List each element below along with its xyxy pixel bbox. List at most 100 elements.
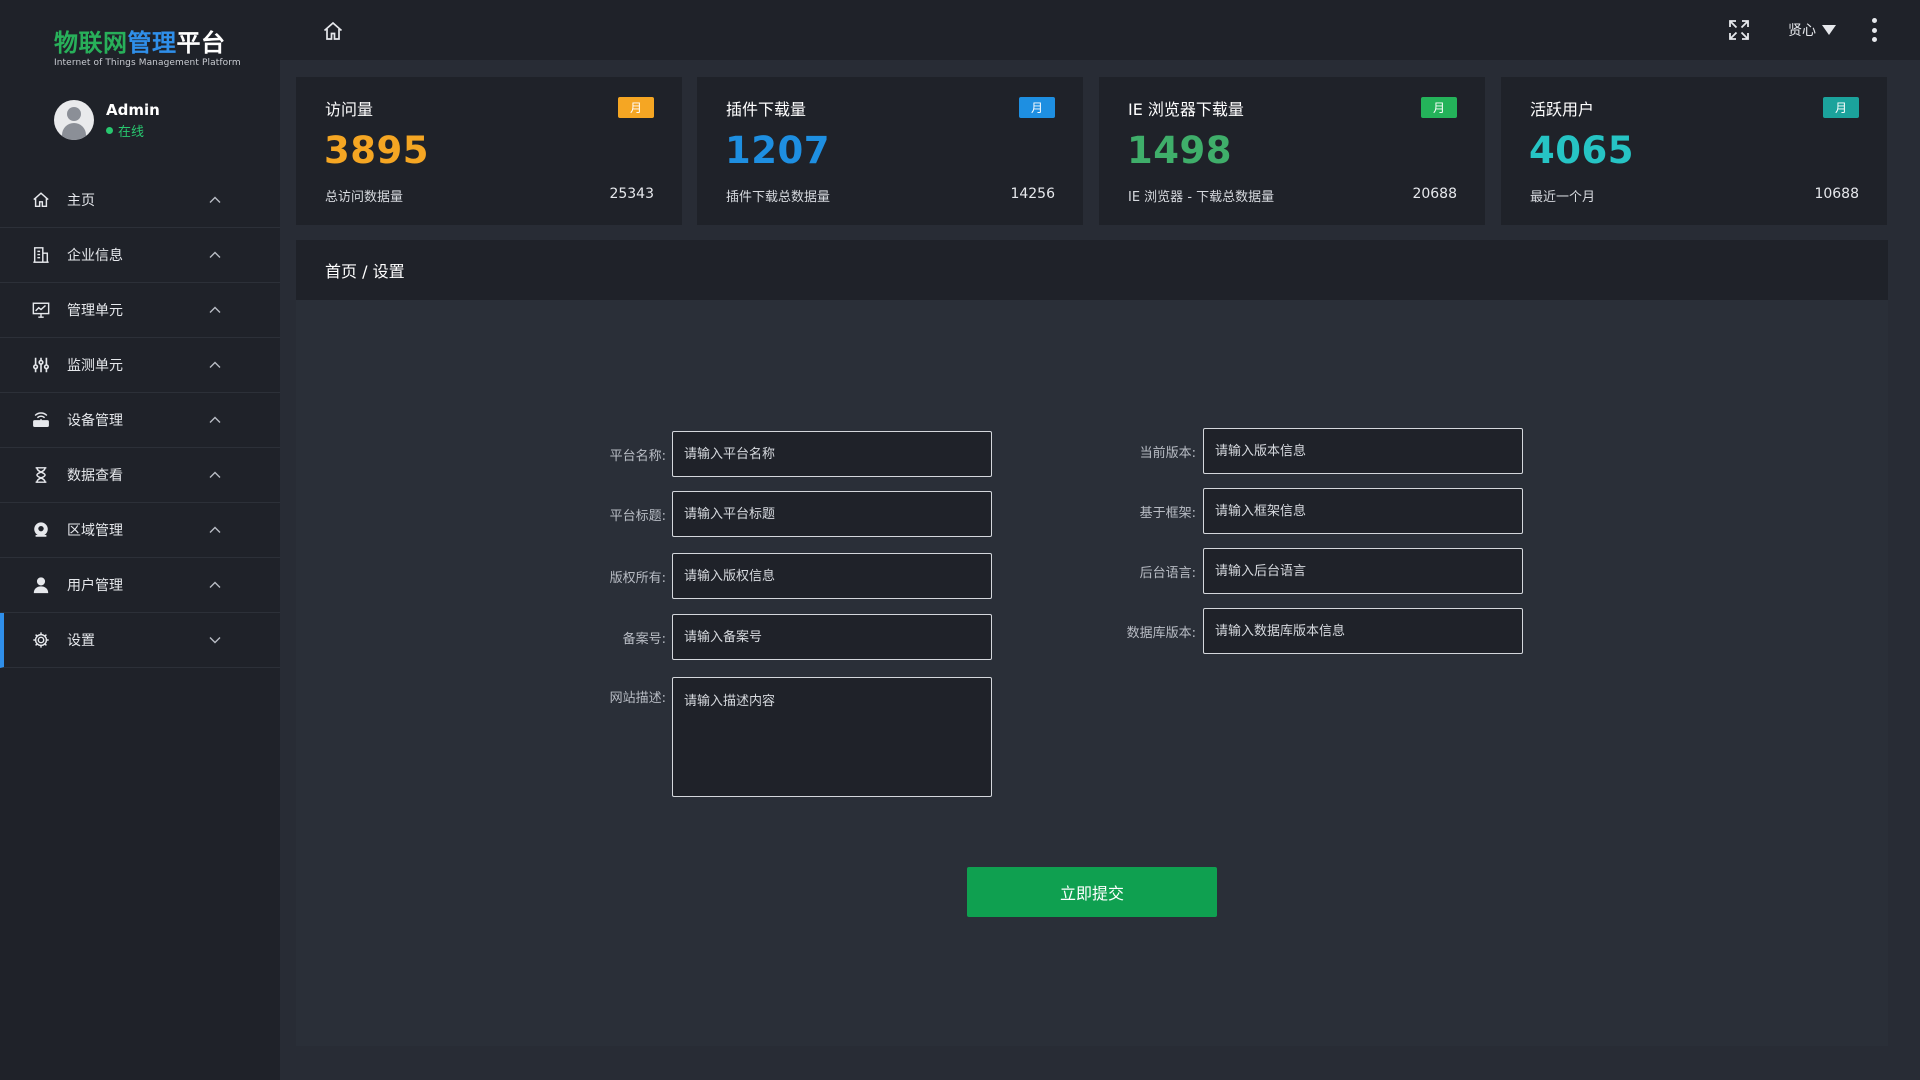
- sidebar-item-region-management[interactable]: 区域管理: [0, 503, 280, 558]
- description-textarea[interactable]: [672, 677, 992, 797]
- monitor-chart-icon: [31, 300, 51, 320]
- platform-title-input[interactable]: [672, 491, 992, 537]
- sidebar-item-label: 设置: [67, 633, 95, 649]
- record-number-input[interactable]: [672, 614, 992, 660]
- period-badge: 月: [1019, 97, 1055, 118]
- breadcrumb: 首页 / 设置: [296, 240, 1888, 300]
- database-version-field: 数据库版本:: [1106, 608, 1523, 654]
- brand-title-part3: 平台: [176, 29, 226, 57]
- sliders-icon: [31, 355, 51, 375]
- framework-field: 基于框架:: [1106, 488, 1523, 534]
- sidebar-item-label: 数据查看: [67, 468, 123, 484]
- copyright-field: 版权所有:: [586, 553, 992, 599]
- chevron-up-icon: [207, 412, 223, 428]
- sidebar-item-label: 区域管理: [67, 523, 123, 539]
- field-label: 网站描述:: [609, 691, 666, 706]
- sidebar-item-label: 企业信息: [67, 248, 123, 264]
- field-label: 数据库版本:: [1126, 625, 1196, 641]
- stat-card-plugin-downloads: 插件下载量 月 1207 插件下载总数据量 14256: [697, 77, 1083, 225]
- stat-card-total: 14256: [1010, 186, 1055, 202]
- chevron-up-icon: [207, 247, 223, 263]
- chevron-up-icon: [207, 357, 223, 373]
- stat-card-title: 活跃用户: [1530, 100, 1595, 119]
- brand-logo: 物联网管理平台 Internet of Things Management Pl…: [54, 28, 241, 68]
- chevron-up-icon: [207, 192, 223, 208]
- home-icon[interactable]: [322, 20, 344, 42]
- stat-card-subtitle: 插件下载总数据量: [726, 190, 831, 205]
- stat-card-title: 插件下载量: [726, 100, 807, 119]
- user-name: Admin: [106, 100, 160, 119]
- sidebar-item-device-management[interactable]: 设备管理: [0, 393, 280, 448]
- user-dropdown[interactable]: 贤心: [1788, 20, 1836, 40]
- sidebar-item-management-unit[interactable]: 管理单元: [0, 283, 280, 338]
- sidebar-menu: 主页 企业信息 管理单元 监测单元 设备管理 数据查看 区域管理 用户管理 设置: [0, 173, 280, 668]
- field-label: 平台标题:: [609, 508, 666, 524]
- field-label: 基于框架:: [1139, 505, 1196, 521]
- description-field: 网站描述:: [586, 677, 992, 797]
- stat-card-value: 3895: [324, 129, 429, 172]
- stat-card-subtitle: 总访问数据量: [325, 190, 404, 205]
- gear-icon: [31, 630, 51, 650]
- avatar: [54, 100, 94, 140]
- period-badge: 月: [1421, 97, 1457, 118]
- router-icon: [31, 410, 51, 430]
- platform-name-field: 平台名称:: [586, 431, 992, 477]
- stat-card-title: IE 浏览器下载量: [1128, 100, 1244, 119]
- sidebar-item-settings[interactable]: 设置: [0, 613, 280, 668]
- platform-title-field: 平台标题:: [586, 491, 992, 537]
- more-vertical-icon[interactable]: [1870, 18, 1878, 42]
- period-badge: 月: [1823, 97, 1859, 118]
- sidebar-item-company[interactable]: 企业信息: [0, 228, 280, 283]
- chevron-down-icon: [207, 632, 223, 648]
- sidebar-item-label: 管理单元: [67, 303, 123, 319]
- top-bar: 贤心: [280, 0, 1920, 60]
- sidebar-item-label: 设备管理: [67, 413, 123, 429]
- user-status-label: 在线: [118, 124, 145, 140]
- field-label: 当前版本:: [1139, 445, 1196, 461]
- database-version-input[interactable]: [1203, 608, 1523, 654]
- stat-card-visits: 访问量 月 3895 总访问数据量 25343: [296, 77, 682, 225]
- fullscreen-icon[interactable]: [1727, 18, 1751, 42]
- field-label: 平台名称:: [609, 448, 666, 464]
- chevron-up-icon: [207, 577, 223, 593]
- backend-language-input[interactable]: [1203, 548, 1523, 594]
- sidebar-item-monitor-unit[interactable]: 监测单元: [0, 338, 280, 393]
- sidebar: 物联网管理平台 Internet of Things Management Pl…: [0, 0, 280, 1080]
- hourglass-icon: [31, 465, 51, 485]
- brand-subtitle: Internet of Things Management Platform: [54, 58, 241, 68]
- chevron-up-icon: [207, 467, 223, 483]
- copyright-input[interactable]: [672, 553, 992, 599]
- submit-button[interactable]: 立即提交: [967, 867, 1217, 917]
- framework-input[interactable]: [1203, 488, 1523, 534]
- brand-title: 物联网管理平台: [54, 28, 241, 58]
- sidebar-item-data-view[interactable]: 数据查看: [0, 448, 280, 503]
- location-icon: [31, 520, 51, 540]
- stat-card-ie-downloads: IE 浏览器下载量 月 1498 IE 浏览器 - 下载总数据量 20688: [1099, 77, 1485, 225]
- home-icon: [31, 190, 51, 210]
- stat-cards: 访问量 月 3895 总访问数据量 25343 插件下载量 月 1207 插件下…: [296, 77, 1888, 225]
- sidebar-item-user-management[interactable]: 用户管理: [0, 558, 280, 613]
- brand-title-part1: 物联网: [54, 29, 128, 57]
- sidebar-item-label: 监测单元: [67, 358, 123, 374]
- stat-card-title: 访问量: [325, 100, 374, 119]
- stat-card-subtitle: 最近一个月: [1530, 190, 1596, 205]
- stat-card-subtitle: IE 浏览器 - 下载总数据量: [1128, 190, 1275, 205]
- user-status: 在线: [106, 121, 160, 140]
- settings-panel: 首页 / 设置 平台名称: 平台标题: 版权所有: 备案号: 网站描述: 当前版…: [296, 240, 1888, 1046]
- version-input[interactable]: [1203, 428, 1523, 474]
- platform-name-input[interactable]: [672, 431, 992, 477]
- period-badge: 月: [618, 97, 654, 118]
- user-icon: [31, 575, 51, 595]
- chevron-up-icon: [207, 302, 223, 318]
- stat-card-total: 10688: [1814, 186, 1859, 202]
- chevron-up-icon: [207, 522, 223, 538]
- field-label: 后台语言:: [1139, 565, 1196, 581]
- stat-card-active-users: 活跃用户 月 4065 最近一个月 10688: [1501, 77, 1887, 225]
- caret-down-icon: [1822, 25, 1836, 35]
- user-profile: Admin 在线: [54, 100, 160, 140]
- record-number-field: 备案号:: [586, 614, 992, 660]
- stat-card-total: 25343: [609, 186, 654, 202]
- version-field: 当前版本:: [1106, 428, 1523, 474]
- stat-card-value: 4065: [1529, 129, 1634, 172]
- sidebar-item-home[interactable]: 主页: [0, 173, 280, 228]
